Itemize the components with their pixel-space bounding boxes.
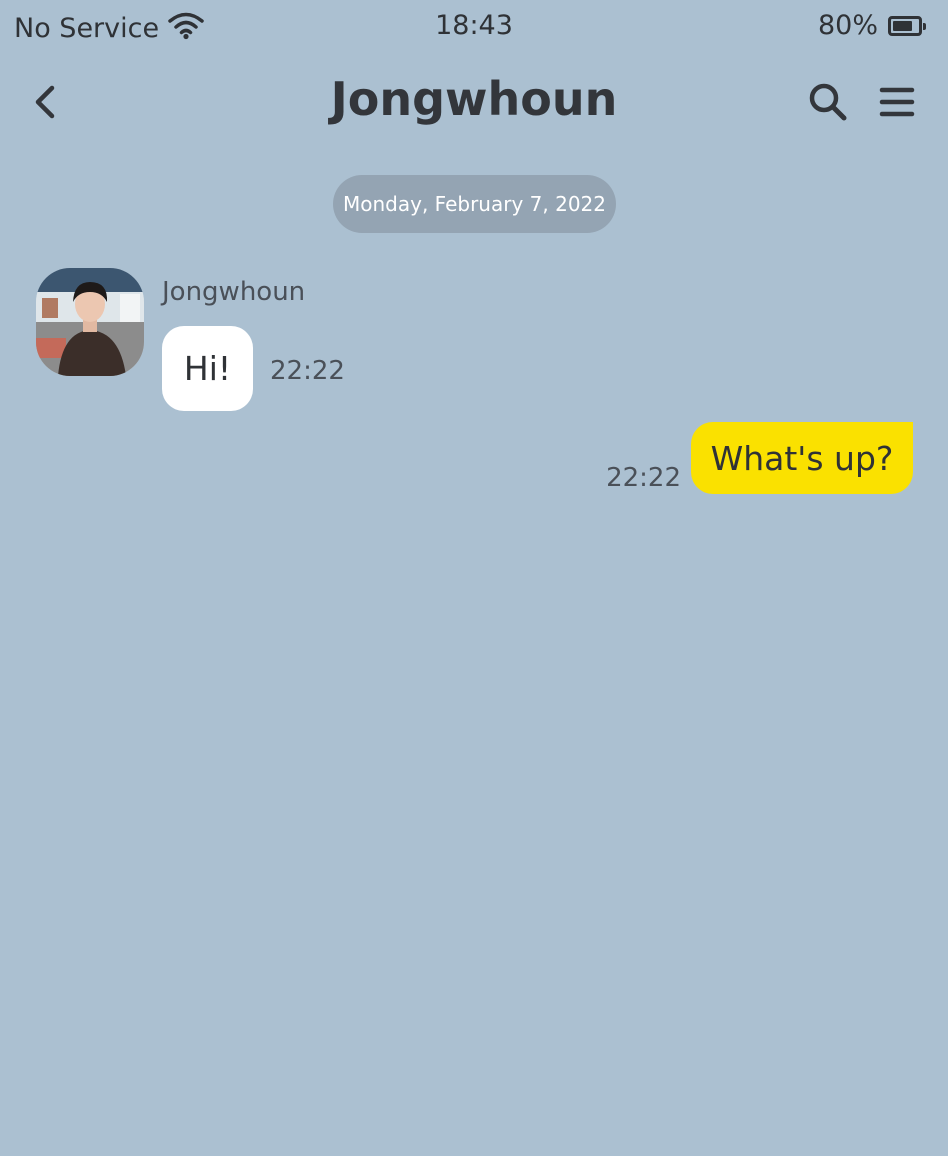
sender-name: Jongwhoun [162,277,306,307]
date-divider: Monday, February 7, 2022 [333,175,616,233]
search-icon [809,83,847,121]
hamburger-menu-icon [879,87,915,117]
battery-percent: 80% [817,10,878,41]
battery-fill [893,20,913,31]
status-bar: No Service 18:43 80% [0,0,948,56]
avatar[interactable] [36,268,144,376]
outgoing-message-bubble[interactable]: What's up? [691,422,913,494]
search-button[interactable] [806,80,850,124]
menu-button[interactable] [878,82,918,122]
battery-icon [888,15,926,36]
profile-photo [36,268,144,376]
incoming-message-bubble[interactable]: Hi! [162,326,253,411]
outgoing-message-time: 22:22 [606,463,681,493]
incoming-message-time: 22:22 [270,356,345,386]
status-right: 80% [817,10,926,41]
chat-header: Jongwhoun [0,62,948,142]
status-time: 18:43 [435,10,513,41]
